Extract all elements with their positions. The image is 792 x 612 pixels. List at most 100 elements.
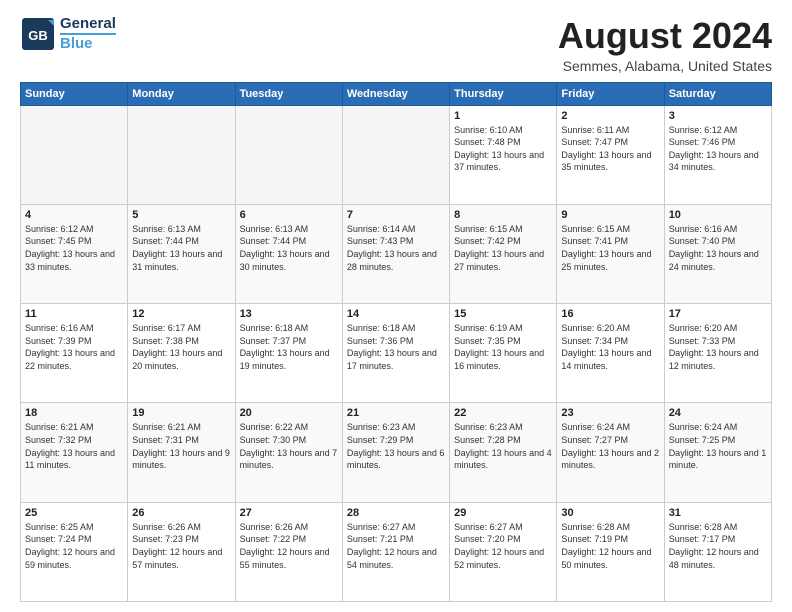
calendar-cell: 22 Sunrise: 6:23 AMSunset: 7:28 PMDayligh…	[450, 403, 557, 502]
cell-info: Sunrise: 6:19 AMSunset: 7:35 PMDaylight:…	[454, 323, 544, 371]
day-number: 2	[561, 110, 659, 122]
calendar-cell: 27Sunrise: 6:26 AMSunset: 7:22 PMDayligh…	[235, 502, 342, 601]
day-number: 14	[347, 308, 445, 320]
calendar-cell: 15 Sunrise: 6:19 AMSunset: 7:35 PMDayligh…	[450, 304, 557, 403]
day-number: 23	[561, 407, 659, 419]
day-number: 16	[561, 308, 659, 320]
day-number: 7	[347, 209, 445, 221]
calendar-cell: 28 Sunrise: 6:27 AMSunset: 7:21 PMDayligh…	[342, 502, 449, 601]
title-block: August 2024 Semmes, Alabama, United Stat…	[558, 16, 772, 74]
calendar-cell: 13Sunrise: 6:18 AMSunset: 7:37 PMDayligh…	[235, 304, 342, 403]
calendar-cell: 19 Sunrise: 6:21 AMSunset: 7:31 PMDayligh…	[128, 403, 235, 502]
day-number: 1	[454, 110, 552, 122]
cell-info: Sunrise: 6:17 AMSunset: 7:38 PMDaylight:…	[132, 323, 222, 371]
cell-info: Sunrise: 6:22 AMSunset: 7:30 PMDaylight:…	[240, 422, 338, 470]
cell-info: Sunrise: 6:21 AMSunset: 7:31 PMDaylight:…	[132, 422, 230, 470]
calendar-cell: 18 Sunrise: 6:21 AMSunset: 7:32 PMDayligh…	[21, 403, 128, 502]
day-number: 17	[669, 308, 767, 320]
calendar-cell: 3Sunrise: 6:12 AMSunset: 7:46 PMDaylight…	[664, 105, 771, 204]
calendar-cell: 10Sunrise: 6:16 AMSunset: 7:40 PMDayligh…	[664, 204, 771, 303]
day-number: 22	[454, 407, 552, 419]
cell-info: Sunrise: 6:25 AMSunset: 7:24 PMDaylight:…	[25, 522, 115, 570]
calendar-cell: 30 Sunrise: 6:28 AMSunset: 7:19 PMDayligh…	[557, 502, 664, 601]
calendar-header-sunday: Sunday	[21, 82, 128, 105]
day-number: 21	[347, 407, 445, 419]
day-number: 9	[561, 209, 659, 221]
day-number: 12	[132, 308, 230, 320]
calendar-cell: 21 Sunrise: 6:23 AMSunset: 7:29 PMDayligh…	[342, 403, 449, 502]
month-year: August 2024	[558, 16, 772, 56]
cell-info: Sunrise: 6:23 AMSunset: 7:29 PMDaylight:…	[347, 422, 445, 470]
day-number: 15	[454, 308, 552, 320]
cell-info: Sunrise: 6:27 AMSunset: 7:21 PMDaylight:…	[347, 522, 437, 570]
cell-info: Sunrise: 6:23 AMSunset: 7:28 PMDaylight:…	[454, 422, 552, 470]
cell-info: Sunrise: 6:14 AMSunset: 7:43 PMDaylight:…	[347, 224, 437, 272]
logo-line1: General	[60, 16, 116, 33]
location: Semmes, Alabama, United States	[558, 58, 772, 74]
calendar-cell: 2 Sunrise: 6:11 AMSunset: 7:47 PMDaylight…	[557, 105, 664, 204]
cell-info: Sunrise: 6:27 AMSunset: 7:20 PMDaylight:…	[454, 522, 544, 570]
day-number: 24	[669, 407, 767, 419]
calendar-cell: 7 Sunrise: 6:14 AMSunset: 7:43 PMDaylight…	[342, 204, 449, 303]
cell-info: Sunrise: 6:15 AMSunset: 7:42 PMDaylight:…	[454, 224, 544, 272]
day-number: 31	[669, 507, 767, 519]
calendar-cell: 26 Sunrise: 6:26 AMSunset: 7:23 PMDayligh…	[128, 502, 235, 601]
day-number: 18	[25, 407, 123, 419]
calendar-cell: 4 Sunrise: 6:12 AMSunset: 7:45 PMDaylight…	[21, 204, 128, 303]
cell-info: Sunrise: 6:16 AMSunset: 7:40 PMDaylight:…	[669, 224, 759, 272]
cell-info: Sunrise: 6:28 AMSunset: 7:19 PMDaylight:…	[561, 522, 651, 570]
calendar-cell: 17 Sunrise: 6:20 AMSunset: 7:33 PMDayligh…	[664, 304, 771, 403]
cell-info: Sunrise: 6:24 AMSunset: 7:27 PMDaylight:…	[561, 422, 659, 470]
cell-info: Sunrise: 6:13 AMSunset: 7:44 PMDaylight:…	[132, 224, 222, 272]
calendar-cell: 12 Sunrise: 6:17 AMSunset: 7:38 PMDayligh…	[128, 304, 235, 403]
page: GB General Blue August 2024 Semmes, Alab…	[0, 0, 792, 612]
calendar-header-monday: Monday	[128, 82, 235, 105]
day-number: 8	[454, 209, 552, 221]
day-number: 28	[347, 507, 445, 519]
calendar-cell: 5 Sunrise: 6:13 AMSunset: 7:44 PMDaylight…	[128, 204, 235, 303]
day-number: 29	[454, 507, 552, 519]
cell-info: Sunrise: 6:26 AMSunset: 7:23 PMDaylight:…	[132, 522, 222, 570]
day-number: 26	[132, 507, 230, 519]
header: GB General Blue August 2024 Semmes, Alab…	[20, 16, 772, 74]
cell-info: Sunrise: 6:11 AMSunset: 7:47 PMDaylight:…	[561, 125, 651, 173]
calendar-cell: 6 Sunrise: 6:13 AMSunset: 7:44 PMDaylight…	[235, 204, 342, 303]
cell-info: Sunrise: 6:13 AMSunset: 7:44 PMDaylight:…	[240, 224, 330, 272]
day-number: 30	[561, 507, 659, 519]
day-number: 11	[25, 308, 123, 320]
calendar-cell: 1 Sunrise: 6:10 AMSunset: 7:48 PMDaylight…	[450, 105, 557, 204]
cell-info: Sunrise: 6:18 AMSunset: 7:37 PMDaylight:…	[240, 323, 330, 371]
cell-info: Sunrise: 6:18 AMSunset: 7:36 PMDaylight:…	[347, 323, 437, 371]
day-number: 19	[132, 407, 230, 419]
calendar-cell: 9Sunrise: 6:15 AMSunset: 7:41 PMDaylight…	[557, 204, 664, 303]
cell-info: Sunrise: 6:12 AMSunset: 7:46 PMDaylight:…	[669, 125, 759, 173]
calendar-cell: 20 Sunrise: 6:22 AMSunset: 7:30 PMDayligh…	[235, 403, 342, 502]
calendar-cell: 29 Sunrise: 6:27 AMSunset: 7:20 PMDayligh…	[450, 502, 557, 601]
day-number: 5	[132, 209, 230, 221]
cell-info: Sunrise: 6:16 AMSunset: 7:39 PMDaylight:…	[25, 323, 115, 371]
logo: GB General Blue	[20, 16, 116, 52]
calendar-cell: 11 Sunrise: 6:16 AMSunset: 7:39 PMDayligh…	[21, 304, 128, 403]
cell-info: Sunrise: 6:28 AMSunset: 7:17 PMDaylight:…	[669, 522, 759, 570]
calendar-header-wednesday: Wednesday	[342, 82, 449, 105]
calendar-cell: 25 Sunrise: 6:25 AMSunset: 7:24 PMDayligh…	[21, 502, 128, 601]
calendar-cell: 24 Sunrise: 6:24 AMSunset: 7:25 PMDayligh…	[664, 403, 771, 502]
calendar-cell: 31 Sunrise: 6:28 AMSunset: 7:17 PMDayligh…	[664, 502, 771, 601]
cell-info: Sunrise: 6:12 AMSunset: 7:45 PMDaylight:…	[25, 224, 115, 272]
day-number: 6	[240, 209, 338, 221]
calendar-header-tuesday: Tuesday	[235, 82, 342, 105]
day-number: 20	[240, 407, 338, 419]
svg-text:GB: GB	[28, 28, 48, 43]
cell-info: Sunrise: 6:20 AMSunset: 7:34 PMDaylight:…	[561, 323, 651, 371]
day-number: 4	[25, 209, 123, 221]
cell-info: Sunrise: 6:10 AMSunset: 7:48 PMDaylight:…	[454, 125, 544, 173]
calendar-cell	[128, 105, 235, 204]
calendar-header-saturday: Saturday	[664, 82, 771, 105]
day-number: 25	[25, 507, 123, 519]
calendar-cell: 14 Sunrise: 6:18 AMSunset: 7:36 PMDayligh…	[342, 304, 449, 403]
cell-info: Sunrise: 6:20 AMSunset: 7:33 PMDaylight:…	[669, 323, 759, 371]
calendar-cell	[235, 105, 342, 204]
cell-info: Sunrise: 6:24 AMSunset: 7:25 PMDaylight:…	[669, 422, 767, 470]
calendar-header-friday: Friday	[557, 82, 664, 105]
cell-info: Sunrise: 6:21 AMSunset: 7:32 PMDaylight:…	[25, 422, 115, 470]
